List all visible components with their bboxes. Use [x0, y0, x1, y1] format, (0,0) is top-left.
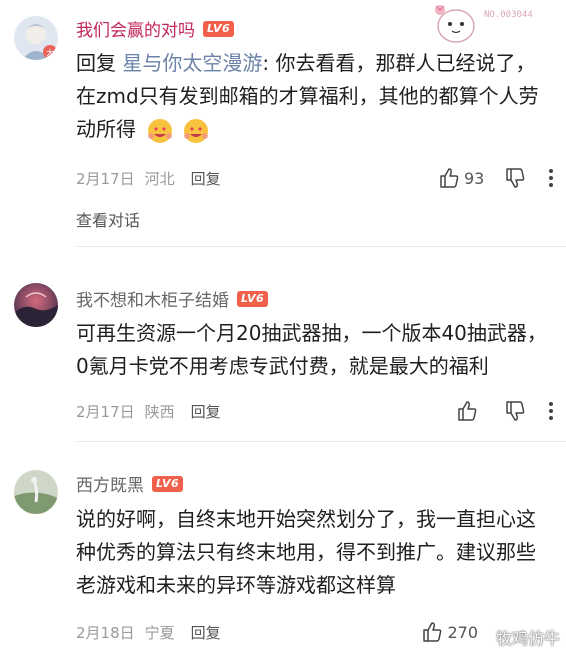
reply-target-link[interactable]: 星与你太空漫游 — [122, 51, 262, 75]
avatar[interactable]: 大 — [14, 16, 58, 60]
grinning-hearts-emoji-icon — [146, 117, 174, 145]
thumbs-down-icon[interactable] — [504, 400, 526, 422]
username-text[interactable]: 我们会赢的对吗 — [76, 16, 195, 41]
comment-text: 说的好啊，自终末地开始突然划分了，我一直担心这种优秀的算法只有终末地用，得不到推… — [76, 507, 536, 597]
comment-meta: 2月17日 陕西 回复 — [76, 401, 231, 422]
watermark: 牧鸡仿牛 — [495, 629, 560, 648]
thumbs-up-icon[interactable] — [438, 167, 460, 189]
thumbs-down-icon[interactable] — [504, 167, 526, 189]
cartoon-sticker-icon — [435, 5, 475, 43]
comment-actions: 93 — [438, 166, 554, 190]
username[interactable]: 我们会赢的对吗 LV6 — [76, 16, 235, 41]
thumbs-up-icon[interactable] — [456, 400, 478, 422]
sticker-number: NO.003044 — [484, 10, 533, 20]
more-options-icon[interactable] — [548, 401, 554, 421]
view-thread-link[interactable]: 查看对话 — [76, 207, 140, 231]
svg-text:大: 大 — [46, 48, 54, 58]
comment-text: 可再生资源一个月20抽武器抽，一个版本40抽武器，0氪月卡党不用考虑专武付费，就… — [76, 321, 547, 378]
comment-actions: 270 — [421, 620, 478, 644]
grinning-hearts-emoji-icon — [182, 117, 210, 145]
comment-body: 说的好啊，自终末地开始突然划分了，我一直担心这种优秀的算法只有终末地用，得不到推… — [76, 503, 552, 602]
more-options-icon[interactable] — [548, 168, 554, 188]
comment-location: 河北 — [144, 170, 175, 188]
comment-body: 可再生资源一个月20抽武器抽，一个版本40抽武器，0氪月卡党不用考虑专武付费，就… — [76, 317, 552, 383]
comment-location: 宁夏 — [144, 624, 175, 642]
reply-button[interactable]: 回复 — [191, 168, 221, 189]
avatar-nature-icon — [14, 470, 58, 514]
level-badge: LV6 — [203, 20, 235, 37]
reply-button[interactable]: 回复 — [191, 622, 221, 643]
avatar[interactable] — [14, 283, 58, 327]
comment-date: 2月17日 — [76, 170, 135, 188]
avatar-anime-icon: 大 — [14, 16, 58, 60]
username-text[interactable]: 西方既黑 — [76, 471, 144, 496]
thumbs-up-icon[interactable] — [421, 621, 443, 643]
sticker-decoration — [428, 0, 508, 46]
divider — [76, 441, 566, 442]
level-badge: LV6 — [237, 290, 269, 307]
reply-prefix: 回复 — [76, 51, 116, 75]
level-badge: LV6 — [152, 475, 184, 492]
divider — [76, 246, 566, 247]
reply-button[interactable]: 回复 — [191, 401, 221, 422]
comment-meta: 2月17日 河北 回复 — [76, 168, 231, 189]
like-count: 93 — [464, 168, 485, 188]
username-text[interactable]: 我不想和木柜子结婚 — [76, 286, 229, 311]
username[interactable]: 西方既黑 LV6 — [76, 471, 184, 496]
comment-actions — [456, 399, 554, 423]
username[interactable]: 我不想和木柜子结婚 LV6 — [76, 286, 269, 311]
like-count: 270 — [447, 622, 478, 642]
comment-meta: 2月18日 宁夏 回复 — [76, 622, 231, 643]
avatar-landscape-icon — [14, 283, 58, 327]
comment-date: 2月17日 — [76, 403, 135, 421]
comment-location: 陕西 — [144, 403, 175, 421]
comment-body: 回复 星与你太空漫游: 你去看看，那群人已经说了，在zmd只有发到邮箱的才算福利… — [76, 47, 552, 146]
avatar[interactable] — [14, 470, 58, 514]
comment-date: 2月18日 — [76, 624, 135, 642]
